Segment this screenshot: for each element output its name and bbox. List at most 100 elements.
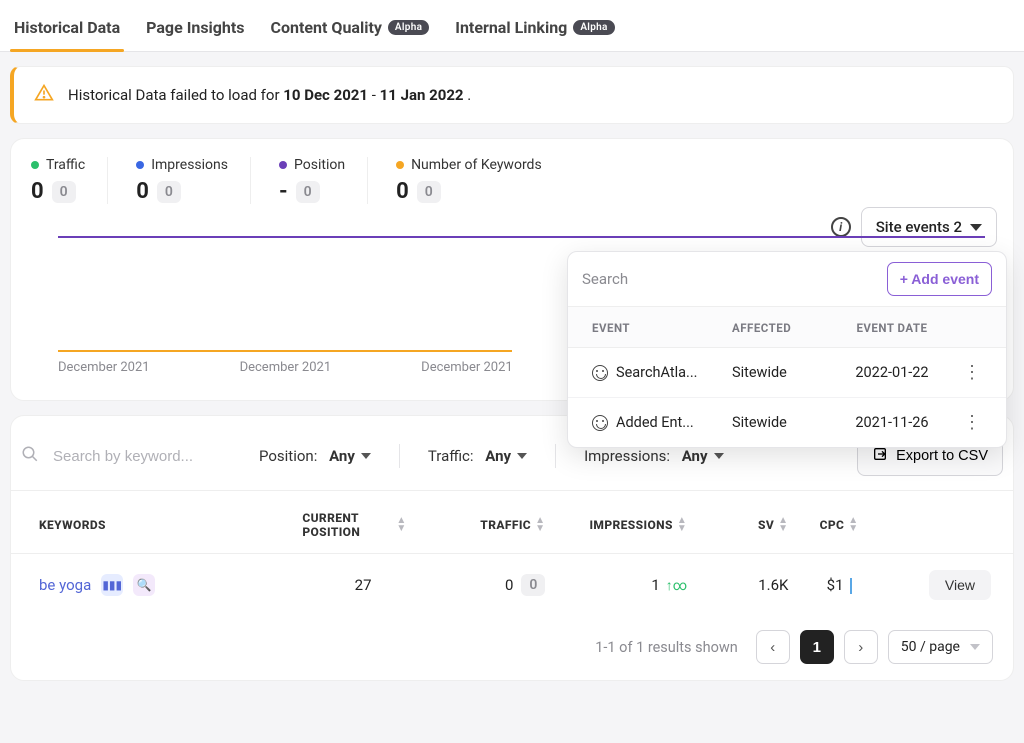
separator — [555, 444, 556, 468]
alert-text: Historical Data failed to load for 10 De… — [68, 86, 471, 104]
position-cell: 27 — [302, 576, 424, 594]
cpc-cell: $1 — [788, 576, 889, 594]
metric-value: 0 — [31, 179, 44, 204]
export-icon — [872, 446, 888, 466]
col-sv[interactable]: SV▲▼ — [687, 517, 788, 533]
event-date: 2021-11-26 — [832, 414, 952, 431]
keyword-link[interactable]: be yoga — [39, 576, 91, 594]
traffic-cell: 00 — [424, 574, 546, 596]
chart-series-keywords — [58, 350, 512, 352]
alpha-badge: Alpha — [573, 20, 614, 35]
metric-label-text: Number of Keywords — [411, 157, 542, 173]
dot-icon — [279, 161, 287, 169]
keyword-search-input[interactable] — [53, 448, 203, 465]
caret-down-icon — [517, 453, 527, 459]
cpc-bar-icon — [850, 578, 852, 594]
keyword-cell[interactable]: be yoga ▮▮▮ 🔍 — [39, 574, 302, 596]
view-button[interactable]: View — [929, 570, 991, 600]
tab-internal-linking[interactable]: Internal Linking Alpha — [451, 8, 618, 51]
keywords-card: Position: Any Traffic: Any Impressions: … — [10, 415, 1014, 681]
sort-icon: ▲▼ — [677, 517, 687, 533]
metric-label-text: Traffic — [46, 157, 85, 173]
sv-cell: 1.6K — [687, 576, 788, 594]
tab-label: Historical Data — [14, 18, 120, 37]
smile-icon — [592, 365, 608, 381]
col-position[interactable]: CURRENT POSITION▲▼ — [302, 511, 424, 539]
export-label: Export to CSV — [896, 448, 988, 464]
trend-up-icon: ↑∞ — [666, 577, 687, 594]
pager-page-button[interactable]: 1 — [800, 630, 834, 664]
event-affected: Sitewide — [732, 414, 832, 431]
chart-series-position — [58, 236, 985, 238]
dot-icon — [136, 161, 144, 169]
tabs-bar: Historical Data Page Insights Content Qu… — [0, 0, 1024, 52]
filter-traffic[interactable]: Traffic: Any — [420, 443, 535, 469]
col-impressions[interactable]: IMPRESSIONS▲▼ — [545, 517, 687, 533]
dot-icon — [396, 161, 404, 169]
metric-traffic: Traffic 00 — [31, 157, 108, 204]
pager-prev-button[interactable]: ‹ — [756, 630, 790, 664]
col-traffic[interactable]: TRAFFIC▲▼ — [424, 517, 546, 533]
metric-label-text: Position — [294, 157, 345, 173]
tab-label: Internal Linking — [455, 18, 567, 37]
sort-icon: ▲▼ — [848, 517, 858, 533]
event-name: SearchAtla... — [592, 364, 732, 381]
event-row: SearchAtla... Sitewide 2022-01-22 ⋮ — [568, 348, 1006, 398]
caret-down-icon — [714, 453, 724, 459]
tab-label: Content Quality — [271, 18, 382, 37]
metric-sub: 0 — [157, 181, 181, 203]
event-date: 2022-01-22 — [832, 364, 952, 381]
table-row: be yoga ▮▮▮ 🔍 27 00 1↑∞ 1.6K $1 View — [11, 553, 1013, 616]
sort-icon: ▲▼ — [778, 517, 788, 533]
col-keywords[interactable]: KEYWORDS — [39, 518, 302, 532]
magnify-icon[interactable]: 🔍 — [133, 574, 155, 596]
metric-position: Position -0 — [279, 157, 368, 204]
pager-next-button[interactable]: › — [844, 630, 878, 664]
separator — [399, 444, 400, 468]
per-page-select[interactable]: 50 / page — [888, 630, 993, 664]
alert-banner: Historical Data failed to load for 10 De… — [10, 66, 1014, 124]
caret-down-icon — [361, 453, 371, 459]
impressions-cell: 1↑∞ — [545, 576, 687, 594]
site-events-popover: Search + Add event EVENT AFFECTED EVENT … — [567, 251, 1007, 448]
warning-icon — [34, 83, 54, 107]
add-event-button[interactable]: + Add event — [887, 262, 992, 296]
metric-sub: 0 — [296, 181, 320, 203]
metric-label-text: Impressions — [151, 157, 228, 173]
row-menu-icon[interactable]: ⋮ — [952, 412, 992, 433]
metrics-card: Traffic 00 Impressions 00 Position -0 Nu… — [10, 138, 1014, 401]
metric-keywords: Number of Keywords 00 — [396, 157, 564, 204]
metric-value: 0 — [396, 179, 409, 204]
row-menu-icon[interactable]: ⋮ — [952, 362, 992, 383]
event-affected: Sitewide — [732, 364, 832, 381]
popover-search-input[interactable]: Search — [582, 270, 628, 288]
tab-content-quality[interactable]: Content Quality Alpha — [267, 8, 434, 51]
pagination: 1-1 of 1 results shown ‹ 1 › 50 / page — [11, 616, 1013, 670]
metric-value: 0 — [136, 179, 149, 204]
col-event: EVENT — [592, 321, 732, 335]
tab-historical-data[interactable]: Historical Data — [10, 8, 124, 51]
metric-sub: 0 — [417, 181, 441, 203]
popover-header: EVENT AFFECTED EVENT DATE — [568, 306, 1006, 348]
table-header: KEYWORDS CURRENT POSITION▲▼ TRAFFIC▲▼ IM… — [11, 490, 1013, 553]
metric-value: - — [279, 179, 288, 204]
event-row: Added Ent... Sitewide 2021-11-26 ⋮ — [568, 398, 1006, 447]
search-icon — [21, 445, 39, 467]
caret-down-icon — [970, 644, 980, 650]
sort-icon: ▲▼ — [396, 517, 406, 533]
smile-icon — [592, 415, 608, 431]
metric-impressions: Impressions 00 — [136, 157, 251, 204]
sort-icon: ▲▼ — [535, 517, 545, 533]
col-date: EVENT DATE — [832, 321, 952, 335]
dot-icon — [31, 161, 39, 169]
filter-position[interactable]: Position: Any — [251, 443, 379, 469]
pager-summary: 1-1 of 1 results shown — [595, 639, 738, 656]
col-cpc[interactable]: CPC▲▼ — [788, 517, 889, 533]
tab-page-insights[interactable]: Page Insights — [142, 8, 248, 51]
event-name: Added Ent... — [592, 414, 732, 431]
metric-sub: 0 — [52, 181, 76, 203]
chart-icon[interactable]: ▮▮▮ — [101, 574, 123, 596]
tab-label: Page Insights — [146, 18, 244, 37]
metrics-row: Traffic 00 Impressions 00 Position -0 Nu… — [29, 153, 995, 212]
col-affected: AFFECTED — [732, 321, 832, 335]
